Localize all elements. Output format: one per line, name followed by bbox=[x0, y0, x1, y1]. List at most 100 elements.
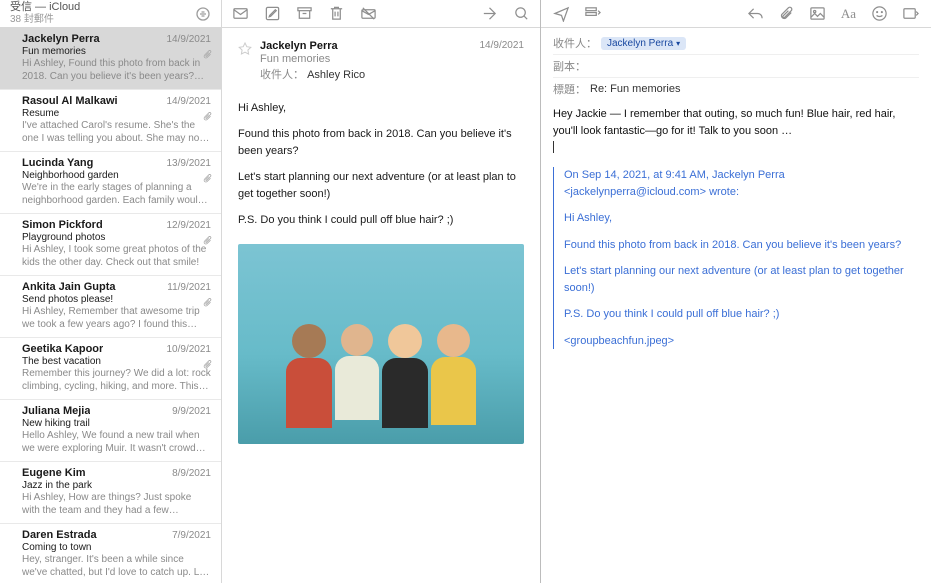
message-date: 14/9/2021 bbox=[480, 40, 525, 51]
message-body: Hi Ashley, Found this photo from back in… bbox=[238, 100, 524, 230]
message-list-item[interactable]: Geetika Kapoor 10/9/2021The best vacation… bbox=[0, 338, 221, 400]
message-list-item[interactable]: Jackelyn Perra 14/9/2021Fun memoriesHi As… bbox=[0, 28, 221, 90]
body-greeting: Hi Ashley, bbox=[238, 100, 524, 118]
message-list-item[interactable]: Juliana Mejia9/9/2021New hiking trailHel… bbox=[0, 400, 221, 462]
search-icon[interactable] bbox=[513, 5, 530, 22]
archive-icon[interactable] bbox=[296, 5, 313, 22]
list-sender: Eugene Kim bbox=[22, 467, 86, 479]
compose-pane: Aa 收件人： Jackelyn Perra 副本： 標題： Re: Fun m… bbox=[541, 0, 931, 583]
list-date: 7/9/2021 bbox=[172, 530, 211, 541]
list-date: 14/9/2021 bbox=[167, 34, 212, 45]
list-sender: Lucinda Yang bbox=[22, 157, 93, 169]
list-date: 10/9/2021 bbox=[167, 344, 212, 355]
trash-icon[interactable] bbox=[328, 5, 345, 22]
list-subject: Coming to town bbox=[22, 542, 211, 553]
body-p3: P.S. Do you think I could pull off blue … bbox=[238, 212, 524, 230]
body-p1: Found this photo from back in 2018. Can … bbox=[238, 126, 524, 161]
attachment-icon bbox=[203, 50, 213, 60]
message-to-value: Ashley Rico bbox=[307, 69, 365, 81]
list-subject: Neighborhood garden bbox=[22, 170, 211, 181]
compose-subject-value[interactable]: Re: Fun memories bbox=[590, 83, 680, 95]
list-preview: Hi Ashley, Found this photo from back in… bbox=[22, 57, 211, 83]
message-list-item[interactable]: Simon Pickford 12/9/2021Playground photos… bbox=[0, 214, 221, 276]
quote-line-2: Found this photo from back in 2018. Can … bbox=[564, 237, 919, 254]
sidebar-header: 受信 — iCloud 38 封郵件 bbox=[0, 0, 221, 28]
quote-line-4: P.S. Do you think I could pull off blue … bbox=[564, 306, 919, 323]
list-sender: Juliana Mejia bbox=[22, 405, 90, 417]
message-list[interactable]: Jackelyn Perra14/9/2021Fun memoriesHi As… bbox=[0, 28, 221, 583]
quote-line-3: Let's start planning our next adventure … bbox=[564, 263, 919, 296]
attach-icon[interactable] bbox=[778, 5, 795, 22]
compose-toolbar: Aa bbox=[541, 0, 931, 28]
list-preview: Remember this journey? We did a lot: roc… bbox=[22, 367, 211, 393]
list-sender: Jackelyn Perra bbox=[22, 33, 100, 45]
message-list-item[interactable]: Lucinda Yang13/9/2021Neighborhood garden… bbox=[0, 152, 221, 214]
mailbox-name: 受信 — iCloud bbox=[10, 1, 80, 13]
move-icon[interactable] bbox=[481, 5, 498, 22]
attachment-icon bbox=[203, 360, 213, 370]
list-preview: We're in the early stages of planning a … bbox=[22, 181, 211, 207]
list-preview: Hi Ashley, I took some great photos of t… bbox=[22, 243, 211, 269]
list-subject: Playground photos bbox=[22, 232, 211, 243]
list-date: 12/9/2021 bbox=[167, 220, 212, 231]
body-p2: Let's start planning our next adventure … bbox=[238, 169, 524, 204]
quote-attachment: <groupbeachfun.jpeg> bbox=[564, 333, 919, 350]
list-sender: Daren Estrada bbox=[22, 529, 97, 541]
list-preview: I've attached Carol's resume. She's the … bbox=[22, 119, 211, 145]
attachment-icon bbox=[203, 298, 213, 308]
attachment-icon bbox=[203, 236, 213, 246]
message-list-item[interactable]: Eugene Kim 8/9/2021Jazz in the parkHi Ash… bbox=[0, 462, 221, 524]
list-subject: Resume bbox=[22, 108, 211, 119]
emoji-icon[interactable] bbox=[871, 5, 888, 22]
quote-line-1: Hi Ashley, bbox=[564, 210, 919, 227]
list-subject: Jazz in the park bbox=[22, 480, 211, 491]
compose-icon[interactable] bbox=[264, 5, 281, 22]
list-sender: Rasoul Al Malkawi bbox=[22, 95, 118, 107]
message-list-item[interactable]: Rasoul Al Malkawi14/9/2021ResumeI've att… bbox=[0, 90, 221, 152]
list-subject: Fun memories bbox=[22, 46, 211, 57]
attachment-icon bbox=[203, 174, 213, 184]
filter-icon[interactable] bbox=[195, 6, 211, 22]
vip-star-icon[interactable] bbox=[238, 42, 252, 56]
list-subject: New hiking trail bbox=[22, 418, 211, 429]
list-date: 11/9/2021 bbox=[167, 282, 211, 293]
list-subject: Send photos please! bbox=[22, 294, 211, 305]
list-preview: Hi Ashley, Remember that awesome trip we… bbox=[22, 305, 211, 331]
reply-icon[interactable] bbox=[747, 5, 764, 22]
header-fields-icon[interactable] bbox=[584, 5, 601, 22]
mark-read-icon[interactable] bbox=[232, 5, 249, 22]
list-preview: Hello Ashley, We found a new trail when … bbox=[22, 429, 211, 455]
compose-body[interactable]: Hey Jackie — I remember that outing, so … bbox=[541, 100, 931, 365]
recipient-token[interactable]: Jackelyn Perra bbox=[601, 37, 686, 50]
list-sender: Geetika Kapoor bbox=[22, 343, 103, 355]
compose-subject-label: 標題： bbox=[553, 81, 586, 97]
text-cursor bbox=[553, 141, 554, 153]
format-icon[interactable]: Aa bbox=[840, 5, 857, 22]
list-preview: Hey, stranger. It's been a while since w… bbox=[22, 553, 211, 579]
attachment-icon bbox=[203, 112, 213, 122]
markup-icon[interactable] bbox=[902, 5, 919, 22]
compose-header-fields: 收件人： Jackelyn Perra 副本： 標題： Re: Fun memo… bbox=[541, 28, 931, 100]
mailbox-count: 38 封郵件 bbox=[10, 14, 80, 26]
list-sender: Ankita Jain Gupta bbox=[22, 281, 116, 293]
quote-header: On Sep 14, 2021, at 9:41 AM, Jackelyn Pe… bbox=[564, 167, 919, 200]
send-icon[interactable] bbox=[553, 5, 570, 22]
list-sender: Simon Pickford bbox=[22, 219, 103, 231]
message-sender: Jackelyn Perra bbox=[260, 40, 472, 52]
message-attachment-photo[interactable] bbox=[238, 244, 524, 444]
mailbox-sidebar: 受信 — iCloud 38 封郵件 Jackelyn Perra 14/9/20… bbox=[0, 0, 222, 583]
quoted-message: On Sep 14, 2021, at 9:41 AM, Jackelyn Pe… bbox=[553, 167, 919, 349]
message-list-item[interactable]: Ankita Jain Gupta 11/9/2021Send photos pl… bbox=[0, 276, 221, 338]
junk-icon[interactable] bbox=[360, 5, 377, 22]
list-preview: Hi Ashley, How are things? Just spoke wi… bbox=[22, 491, 211, 517]
message-to-label: 收件人： bbox=[260, 69, 304, 81]
compose-to-label: 收件人： bbox=[553, 35, 597, 51]
message-view: Jackelyn Perra Fun memories 收件人： Ashley … bbox=[222, 28, 540, 583]
list-subject: The best vacation bbox=[22, 356, 211, 367]
photo-browser-icon[interactable] bbox=[809, 5, 826, 22]
message-list-item[interactable]: Daren Estrada 7/9/2021Coming to townHey, … bbox=[0, 524, 221, 583]
message-subject: Fun memories bbox=[260, 53, 472, 65]
compose-body-text[interactable]: Hey Jackie — I remember that outing, so … bbox=[553, 106, 919, 139]
list-date: 8/9/2021 bbox=[172, 468, 211, 479]
compose-cc-label: 副本： bbox=[553, 58, 586, 74]
